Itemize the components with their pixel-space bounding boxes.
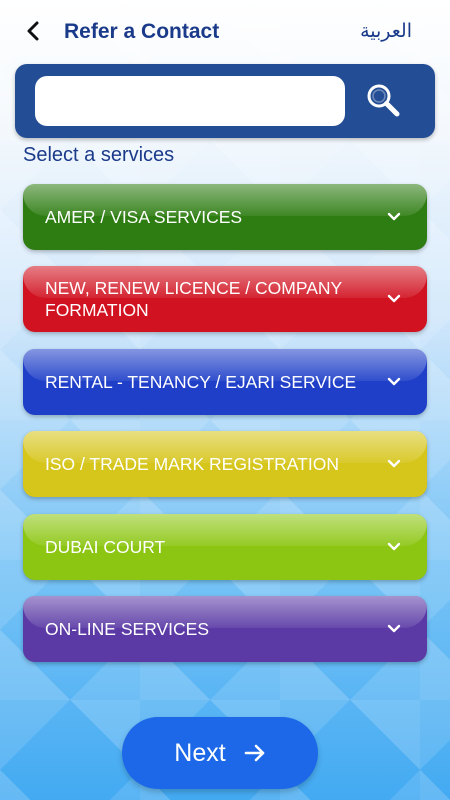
next-label: Next: [174, 738, 226, 767]
arrow-right-icon: [244, 744, 265, 762]
language-toggle[interactable]: العربية: [360, 20, 412, 42]
service-label: ISO / TRADE MARK REGISTRATION: [45, 454, 339, 474]
service-label: AMER / VISA SERVICES: [45, 207, 243, 227]
service-label: DUBAI COURT: [45, 537, 166, 557]
chevron-down-icon: [387, 294, 401, 303]
search-input[interactable]: [35, 76, 345, 126]
service-label: NEW, RENEW LICENCE / COMPANY FORMATION: [45, 278, 342, 320]
search-panel: [15, 64, 435, 138]
service-item-rental-ejari[interactable]: RENTAL - TENANCY / EJARI SERVICE: [23, 349, 427, 415]
chevron-down-icon: [387, 459, 401, 468]
section-label: Select a services: [23, 144, 175, 166]
chevron-down-icon: [387, 377, 401, 386]
chevron-down-icon: [387, 624, 401, 633]
service-item-dubai-court[interactable]: DUBAI COURT: [23, 514, 427, 580]
page-title: Refer a Contact: [64, 20, 220, 43]
service-item-iso-trademark[interactable]: ISO / TRADE MARK REGISTRATION: [23, 431, 427, 497]
chevron-down-icon: [387, 212, 401, 221]
chevron-down-icon: [387, 542, 401, 551]
app-header: Refer a Contact العربية: [0, 0, 450, 64]
service-label: ON-LINE SERVICES: [45, 619, 210, 639]
service-item-amer-visa[interactable]: AMER / VISA SERVICES: [23, 184, 427, 250]
service-item-licence-company[interactable]: NEW, RENEW LICENCE / COMPANY FORMATION: [23, 266, 427, 332]
service-item-online-services[interactable]: ON-LINE SERVICES: [23, 596, 427, 662]
service-label: RENTAL - TENANCY / EJARI SERVICE: [45, 372, 357, 392]
search-icon: [367, 84, 400, 117]
chevron-left-icon: [27, 21, 39, 41]
search-button[interactable]: [365, 82, 401, 118]
next-button[interactable]: Next: [122, 717, 318, 789]
back-button[interactable]: [18, 16, 48, 46]
